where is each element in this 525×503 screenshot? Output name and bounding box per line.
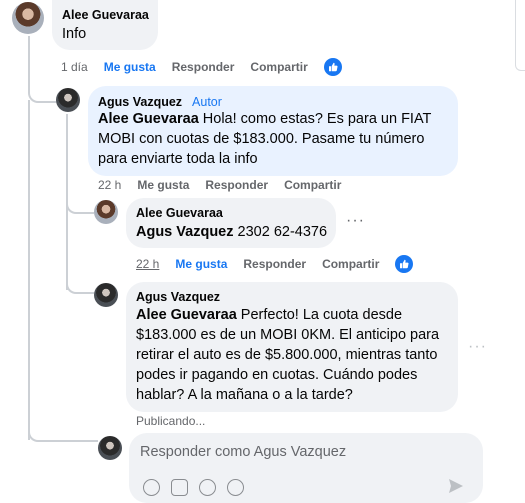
emoji-icon[interactable]	[143, 479, 160, 496]
mention-link[interactable]: Alee Guevaraa	[136, 307, 237, 323]
reply-author[interactable]: Alee Guevaraa	[136, 206, 223, 220]
camera-icon[interactable]	[171, 479, 188, 496]
reply-author[interactable]: Agus Vazquez	[98, 95, 182, 109]
comment-bubble-top: Alee Guevaraa Info	[52, 0, 158, 50]
share-button[interactable]: Compartir	[250, 60, 307, 74]
like-reaction-icon[interactable]	[323, 58, 342, 76]
more-options-icon[interactable]: ···	[468, 338, 487, 356]
reply-composer[interactable]: Responder como Agus Vazquez	[129, 433, 483, 503]
send-icon[interactable]	[447, 477, 465, 495]
reply-text: Alee Guevaraa Hola! como estas? Es para …	[98, 111, 432, 167]
reply-bubble-1: Agus Vazquez Autor Alee Guevaraa Hola! co…	[88, 86, 458, 176]
author-badge: Autor	[192, 95, 222, 109]
avatar-agus-vazquez[interactable]	[94, 283, 118, 307]
thread-line-main	[28, 36, 30, 76]
thread-connector-composer	[28, 420, 98, 442]
thread-line-main-lower	[28, 100, 30, 440]
thread-connector-reply-2	[66, 192, 94, 214]
reply-text: Alee Guevaraa Perfecto! La cuota desde $…	[136, 307, 440, 403]
reply-button[interactable]: Responder	[172, 60, 235, 74]
reply-text: Agus Vazquez 2302 62-4376	[136, 224, 328, 240]
reply-input[interactable]: Responder como Agus Vazquez	[140, 444, 346, 460]
thread-connector-reply-1	[28, 76, 56, 103]
like-button[interactable]: Me gusta	[175, 257, 227, 271]
thread-connector-reply-3	[66, 270, 94, 294]
share-button[interactable]: Compartir	[284, 178, 341, 192]
reply-actions-2: 22 h Me gusta Responder Compartir	[136, 255, 414, 273]
reply-button[interactable]: Responder	[243, 257, 306, 271]
comment-author[interactable]: Alee Guevaraa	[62, 8, 149, 22]
comment-text: Info	[62, 26, 87, 42]
avatar-alee-guevaraa[interactable]	[94, 200, 118, 224]
share-button[interactable]: Compartir	[322, 257, 379, 271]
like-button[interactable]: Me gusta	[137, 178, 189, 192]
reply-time[interactable]: 22 h	[98, 178, 121, 192]
like-button[interactable]: Me gusta	[104, 60, 156, 74]
mention-link[interactable]: Agus Vazquez	[136, 224, 234, 240]
panel-edge	[515, 0, 525, 71]
posting-status: Publicando...	[136, 414, 206, 428]
avatar-agus-vazquez[interactable]	[56, 88, 80, 112]
avatar-alee-guevaraa[interactable]	[12, 2, 44, 34]
reply-author[interactable]: Agus Vazquez	[136, 290, 220, 304]
avatar-agus-vazquez[interactable]	[98, 436, 122, 460]
reply-button[interactable]: Responder	[205, 178, 268, 192]
reply-bubble-2: Alee Guevaraa Agus Vazquez 2302 62-4376	[126, 198, 336, 248]
comment-actions-top: 1 día Me gusta Responder Compartir	[61, 58, 342, 76]
mention-link[interactable]: Alee Guevaraa	[98, 111, 199, 127]
sticker-icon[interactable]	[227, 479, 244, 496]
like-reaction-icon[interactable]	[395, 255, 414, 273]
gif-icon[interactable]	[199, 479, 216, 496]
more-options-icon[interactable]: ···	[346, 212, 365, 230]
reply-bubble-3: Agus Vazquez Alee Guevaraa Perfecto! La …	[126, 282, 458, 412]
reply-time[interactable]: 22 h	[136, 257, 159, 271]
comment-time[interactable]: 1 día	[61, 60, 88, 74]
reply-actions-1: 22 h Me gusta Responder Compartir	[98, 178, 341, 192]
